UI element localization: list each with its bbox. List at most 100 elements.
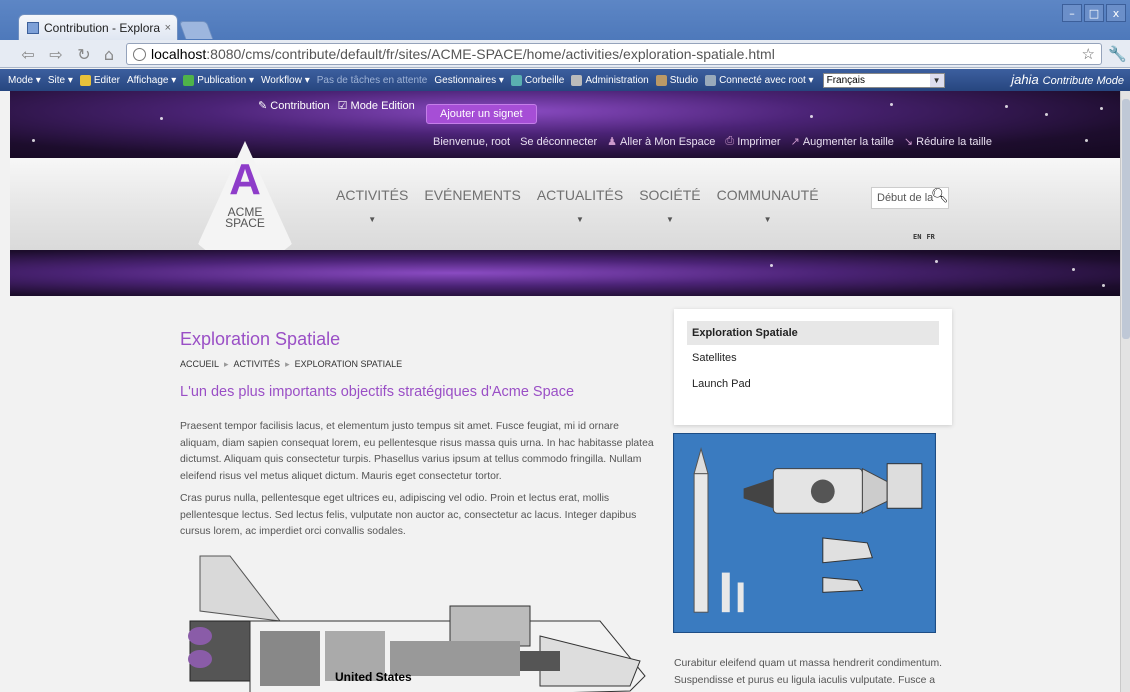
star-dot: [1100, 107, 1103, 110]
menu-site[interactable]: Site ▾: [48, 75, 73, 86]
star-dot: [1085, 139, 1088, 142]
jahia-logo: jahia Contribute Mode: [1011, 72, 1124, 87]
increase-size-link[interactable]: ↗ Augmenter la taille: [790, 135, 894, 149]
menu-workflow[interactable]: Workflow ▾: [261, 75, 310, 86]
url-path: :8080/cms/contribute/default/fr/sites/AC…: [206, 46, 775, 62]
star-dot: [810, 115, 813, 118]
star-dot: [1072, 268, 1075, 271]
chevron-down-icon: ▼: [929, 73, 944, 87]
my-space-link[interactable]: ♟ Aller à Mon Espace: [607, 135, 715, 149]
minimize-button[interactable]: –: [1062, 4, 1082, 22]
menu-administration[interactable]: Administration: [571, 74, 649, 86]
breadcrumb-activites[interactable]: ACTIVITÉS: [234, 359, 281, 370]
paragraph-1: Praesent tempor facilisis lacus, et elem…: [180, 421, 654, 482]
star-dot: [160, 117, 163, 120]
user-icon: [705, 74, 717, 86]
menu-editer[interactable]: Editer: [79, 74, 120, 86]
studio-icon: [655, 74, 667, 86]
nav-item-evenements[interactable]: EVÉNEMENTS: [424, 187, 520, 224]
sidebar-item-satellites[interactable]: Satellites: [687, 346, 939, 370]
search-icon[interactable]: 🔍︎: [931, 188, 949, 204]
url-host: localhost: [151, 46, 207, 62]
sidebar-paragraph: Curabitur eleifend quam ut massa hendrer…: [674, 658, 942, 686]
trash-icon: [510, 74, 522, 86]
caret-down-icon: ▼: [763, 215, 772, 224]
nav-item-communaute[interactable]: COMMUNAUTÉ ▼: [717, 187, 819, 224]
header-bottom-banner: [10, 250, 1120, 296]
space-shuttle-illustration: United States: [188, 555, 646, 692]
close-window-button[interactable]: x: [1106, 4, 1126, 22]
menu-mode[interactable]: Mode ▾: [8, 75, 41, 86]
sidebar-menu: Exploration Spatiale Satellites Launch P…: [674, 309, 952, 425]
caret-down-icon: ▼: [368, 215, 377, 224]
print-icon: ⎙: [725, 135, 735, 147]
sidebar-item-launch-pad[interactable]: Launch Pad: [687, 372, 939, 396]
contribution-link[interactable]: ✎ Contribution: [258, 99, 330, 112]
increase-icon: ↗: [790, 136, 800, 148]
contribution-links: ✎ Contribution ☑ Mode Edition: [258, 99, 415, 112]
print-link[interactable]: ⎙ Imprimer: [725, 135, 780, 148]
page-scrollbar[interactable]: [1120, 91, 1130, 692]
star-dot: [1045, 113, 1048, 116]
favicon-icon: [27, 21, 39, 34]
address-bar[interactable]: localhost:8080/cms/contribute/default/fr…: [126, 43, 1102, 65]
back-icon[interactable]: ⇦: [18, 44, 38, 64]
star-dot: [935, 260, 938, 263]
menu-gestionnaires[interactable]: Gestionnaires ▾: [434, 75, 504, 86]
chevron-right-icon: ▸: [285, 359, 290, 369]
bookmark-star-icon[interactable]: ☆: [1082, 45, 1095, 63]
nav-item-actualites[interactable]: ACTUALITÉS ▼: [537, 187, 623, 224]
sidebar-item-exploration[interactable]: Exploration Spatiale: [687, 321, 939, 345]
mode-edition-link[interactable]: ☑ Mode Edition: [338, 99, 415, 112]
wrench-icon[interactable]: 🔧: [1108, 45, 1127, 63]
maximize-button[interactable]: □: [1084, 4, 1104, 22]
scrollbar-thumb[interactable]: [1122, 99, 1130, 339]
lang-fr[interactable]: FR: [926, 233, 934, 241]
chevron-right-icon: ▸: [224, 359, 229, 369]
breadcrumb: ACCUEIL ▸ ACTIVITÉS ▸ EXPLORATION SPATIALE: [180, 359, 402, 370]
star-dot: [1005, 105, 1008, 108]
decrease-size-link[interactable]: ↘ Réduire la taille: [903, 135, 992, 149]
decrease-icon: ↘: [903, 136, 914, 148]
user-links: Bienvenue, root Se déconnecter ♟ Aller à …: [433, 135, 992, 148]
logout-link[interactable]: Se déconnecter: [520, 135, 597, 148]
star-dot: [770, 264, 773, 267]
forward-icon[interactable]: ⇨: [46, 44, 66, 64]
person-icon: ♟: [607, 136, 617, 148]
star-dot: [1102, 284, 1105, 287]
browser-titlebar: Contribution - Explorati × – □ x: [0, 0, 1130, 42]
publish-icon: [183, 74, 195, 86]
lang-en[interactable]: EN: [913, 233, 921, 241]
menu-user[interactable]: Connecté avec root ▾: [705, 74, 814, 86]
caret-down-icon: ▼: [576, 215, 584, 224]
tab-close-icon[interactable]: ×: [165, 22, 171, 34]
menu-studio[interactable]: Studio: [655, 74, 698, 86]
new-tab-button[interactable]: [178, 21, 214, 39]
tab-title: Contribution - Explorati: [44, 20, 160, 35]
add-bookmark-button[interactable]: Ajouter un signet: [426, 104, 537, 124]
welcome-text: Bienvenue, root: [433, 135, 511, 148]
admin-icon: [571, 74, 583, 86]
page-viewport: ✎ Contribution ☑ Mode Edition Ajouter un…: [10, 91, 1120, 692]
menu-affichage[interactable]: Affichage ▾: [127, 75, 176, 86]
browser-tab[interactable]: Contribution - Explorati ×: [18, 14, 178, 40]
browser-toolbar: ⇦ ⇨ ↻ ⌂ localhost:8080/cms/contribute/de…: [0, 40, 1130, 68]
apollo-spacecraft-image: [673, 433, 936, 633]
language-switch: EN FR: [913, 233, 935, 241]
menu-publication[interactable]: Publication ▾: [183, 74, 254, 86]
language-select[interactable]: Français ▼: [822, 72, 945, 88]
globe-icon: [133, 47, 146, 61]
menu-corbeille[interactable]: Corbeille: [510, 74, 564, 86]
page-subtitle: L'un des plus importants objectifs strat…: [180, 384, 575, 400]
home-icon[interactable]: ⌂: [99, 44, 119, 64]
nav-item-societe[interactable]: SOCIÉTÉ ▼: [639, 187, 700, 224]
shuttle-label: United States: [335, 670, 412, 684]
jahia-toolbar: Mode ▾ Site ▾ Editer Affichage ▾ Publica…: [0, 69, 1130, 91]
breadcrumb-accueil[interactable]: ACCUEIL: [180, 359, 219, 370]
nav-item-activites[interactable]: ACTIVITÉS ▼: [336, 187, 408, 224]
pending-tasks: Pas de tâches en attente: [316, 74, 428, 86]
reload-icon[interactable]: ↻: [74, 44, 94, 64]
main-nav: ACTIVITÉS ▼ EVÉNEMENTS ACTUALITÉS ▼ SOCIÉT…: [336, 187, 819, 224]
breadcrumb-current: EXPLORATION SPATIALE: [294, 359, 403, 369]
header-banner: ✎ Contribution ☑ Mode Edition Ajouter un…: [10, 91, 1120, 158]
